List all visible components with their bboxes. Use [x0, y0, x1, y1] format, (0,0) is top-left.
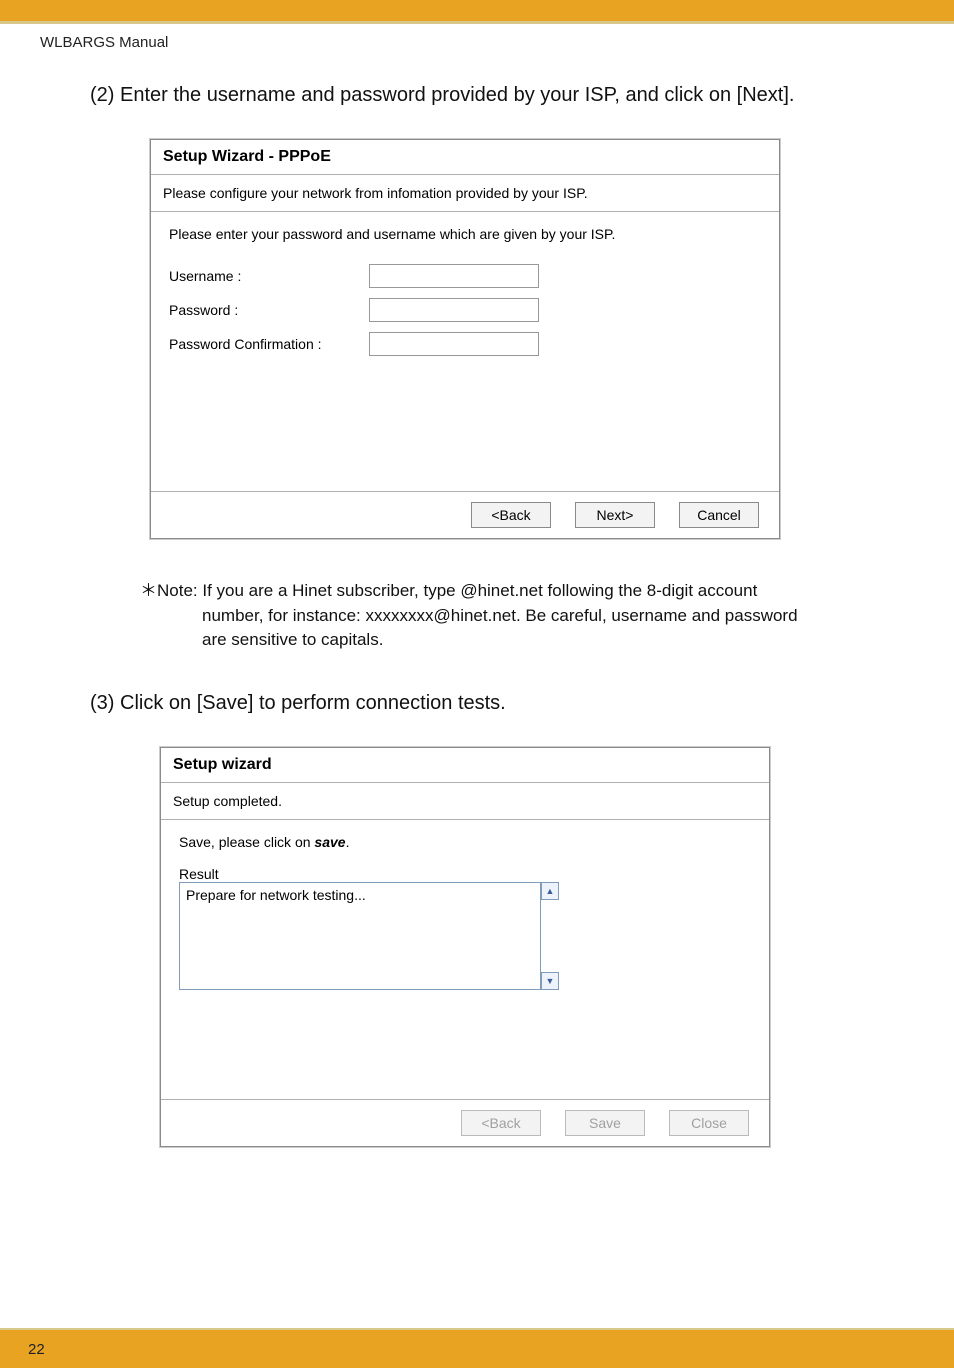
scroll-down-button[interactable]: ▼	[541, 972, 559, 990]
chevron-up-icon: ▲	[546, 886, 555, 896]
top-orange-bar	[0, 0, 954, 24]
step3-heading: (3) Click on [Save] to perform connectio…	[90, 689, 914, 717]
setup-wizard-box: Setup wizard Setup completed. Save, plea…	[160, 747, 770, 1147]
page-footer: 22	[0, 1328, 954, 1368]
next-button[interactable]: Next>	[575, 502, 655, 528]
back-button[interactable]: <Back	[471, 502, 551, 528]
main-content: (2) Enter the username and password prov…	[0, 81, 954, 1147]
step2-heading: (2) Enter the username and password prov…	[90, 81, 914, 109]
cancel-button[interactable]: Cancel	[679, 502, 759, 528]
pppoe-body-intro: Please enter your password and username …	[169, 226, 761, 242]
close-button-disabled: Close	[669, 1110, 749, 1136]
password-input[interactable]	[369, 298, 539, 322]
password-label: Password :	[169, 302, 369, 318]
setup-wizard-title: Setup wizard	[161, 748, 769, 782]
pppoe-wizard-box: Setup Wizard - PPPoE Please configure yo…	[150, 139, 780, 539]
back-button-disabled: <Back	[461, 1110, 541, 1136]
scroll-up-button[interactable]: ▲	[541, 882, 559, 900]
note-line1: If you are a Hinet subscriber, type @hin…	[202, 581, 757, 600]
setup-wizard-subtitle: Setup completed.	[161, 783, 769, 819]
note-prefix: ＊Note:	[140, 581, 202, 600]
pppoe-wizard-title: Setup Wizard - PPPoE	[151, 140, 779, 174]
save-instruction: Save, please click on save.	[179, 834, 751, 850]
note-line3: are sensitive to capitals.	[140, 628, 914, 653]
username-label: Username :	[169, 268, 369, 284]
page-number: 22	[28, 1341, 45, 1358]
note-line2: number, for instance: xxxxxxxx@hinet.net…	[140, 604, 914, 629]
hinet-note: ＊Note: If you are a Hinet subscriber, ty…	[140, 579, 914, 653]
result-textarea[interactable]: Prepare for network testing...	[179, 882, 541, 990]
manual-title: WLBARGS Manual	[0, 24, 954, 51]
pppoe-wizard-subtitle: Please configure your network from infom…	[151, 175, 779, 211]
save-button-disabled: Save	[565, 1110, 645, 1136]
save-word: save	[314, 834, 345, 850]
password-confirm-label: Password Confirmation :	[169, 336, 369, 352]
result-label: Result	[179, 866, 751, 882]
username-input[interactable]	[369, 264, 539, 288]
chevron-down-icon: ▼	[546, 976, 555, 986]
password-confirm-input[interactable]	[369, 332, 539, 356]
